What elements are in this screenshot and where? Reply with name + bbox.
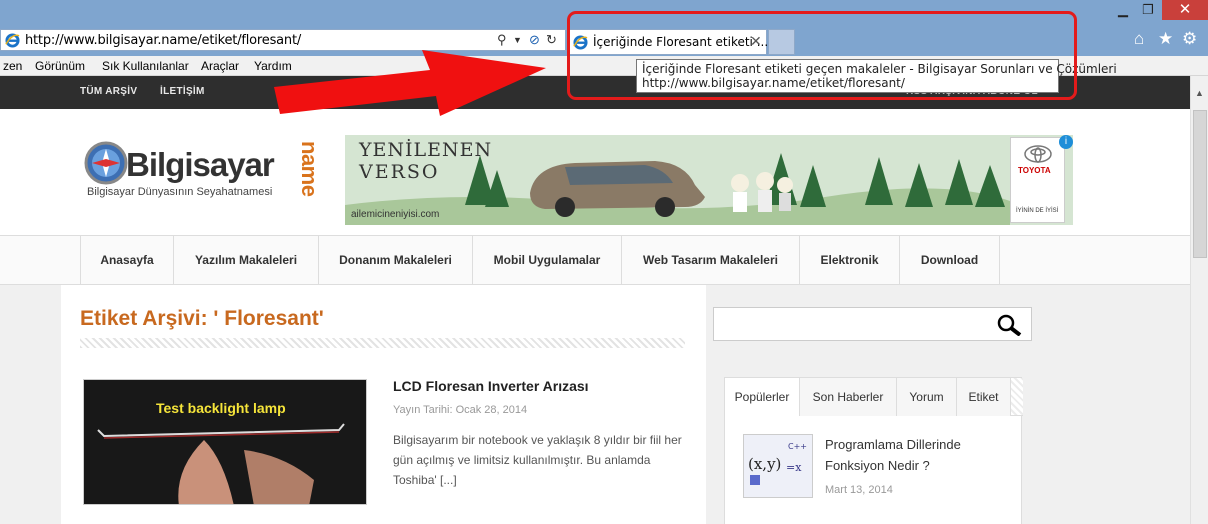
search-input[interactable] [713, 307, 1032, 341]
article-thumbnail[interactable]: Test backlight lamp [83, 379, 367, 505]
ad-headline-1: YENİLENEN [359, 139, 493, 161]
ad-info-icon[interactable]: i [1059, 135, 1073, 149]
tab-recent[interactable]: Son Haberler [800, 378, 897, 416]
svg-text:C++: C++ [788, 442, 807, 451]
nav-item-hardware[interactable]: Donanım Makaleleri [319, 236, 473, 284]
menu-item-view-partial[interactable]: zen [3, 59, 22, 73]
svg-text:=x: =x [786, 461, 802, 474]
menu-item-tools[interactable]: Araçlar [201, 59, 239, 73]
svg-text:(x,y): (x,y) [748, 455, 781, 473]
backlight-lamp-image [84, 380, 366, 504]
tab-tags[interactable]: Etiket [957, 378, 1011, 416]
ad-brand: TOYOTA [1018, 166, 1051, 175]
popular-post-date: Mart 13, 2014 [825, 484, 893, 496]
ie-icon [5, 33, 20, 48]
minimize-icon[interactable]: ▁ [1112, 0, 1134, 20]
nav-item-home[interactable]: Anasayfa [80, 236, 174, 284]
logo-suffix: name [297, 141, 322, 197]
article-date: Yayın Tarihi: Ocak 28, 2014 [393, 404, 528, 416]
topbar-link-archive[interactable]: TÜM ARŞİV [80, 86, 137, 97]
toyota-logo-box: TOYOTA İYİNİN DE İYİSİ [1010, 137, 1065, 223]
page-title: Etiket Arşivi: ' Floresant' [80, 307, 324, 330]
nav-item-webdesign[interactable]: Web Tasarım Makaleleri [622, 236, 800, 284]
toyota-ad-banner[interactable]: YENİLENEN VERSO ailemicineniyisi.com TOY… [345, 135, 1073, 225]
tab-popular[interactable]: Popülerler [725, 378, 800, 416]
address-url[interactable]: http://www.bilgisayar.name/etiket/flores… [25, 33, 301, 48]
article-excerpt: Bilgisayarım bir notebook ve yaklaşık 8 … [393, 433, 682, 487]
ad-slogan: İYİNİN DE İYİSİ [1016, 208, 1059, 214]
settings-gear-icon[interactable]: ⚙ [1182, 29, 1197, 49]
nav-item-mobile[interactable]: Mobil Uygulamalar [473, 236, 622, 284]
restore-icon[interactable]: ❐ [1137, 0, 1159, 20]
close-window-button[interactable]: ✕ [1162, 0, 1208, 20]
thumbnail-caption: Test backlight lamp [156, 400, 286, 416]
article-title[interactable]: LCD Floresan Inverter Arızası [393, 378, 589, 394]
highlight-box [567, 11, 1077, 100]
tabbed-widget: Popülerler Son Haberler Yorum Etiket (x,… [724, 377, 1023, 524]
ad-site: ailemicineniyisi.com [351, 209, 440, 220]
favorites-star-icon[interactable]: ★ [1158, 29, 1173, 49]
nav-item-download[interactable]: Download [900, 236, 1000, 284]
scroll-up-arrow-icon[interactable]: ▲ [1195, 88, 1204, 98]
logo-word: Bilgisayar [126, 146, 275, 183]
logo-tagline: Bilgisayar Dünyasının Seyahatnamesi [87, 186, 273, 198]
sidebar: Popülerler Son Haberler Yorum Etiket (x,… [706, 285, 1061, 524]
site-logo[interactable]: Bilgisayar name Bilgisayar Dünyasının Se… [84, 139, 324, 229]
scrollbar-thumb[interactable] [1193, 110, 1207, 258]
title-divider [80, 338, 685, 348]
vertical-scrollbar[interactable]: ▲ [1190, 76, 1208, 524]
content-area: Etiket Arşivi: ' Floresant' Test backlig… [61, 285, 1061, 524]
math-function-image: (x,y) =x C++ [744, 435, 812, 497]
search-icon[interactable] [996, 314, 1022, 336]
web-page: TÜM ARŞİV İLETİŞİM RSS ARŞİVİNA ABONE OL… [0, 76, 1190, 524]
red-arrow-annotation [274, 50, 546, 116]
home-icon[interactable]: ⌂ [1134, 29, 1144, 49]
site-header: Bilgisayar name Bilgisayar Dünyasının Se… [0, 109, 1190, 235]
toyota-emblem-icon [1024, 145, 1052, 163]
nav-item-software[interactable]: Yazılım Makaleleri [174, 236, 319, 284]
popular-post-title[interactable]: Programlama Dillerinde Fonksiyon Nedir ? [825, 434, 1005, 476]
menu-item-view[interactable]: Görünüm [35, 59, 85, 73]
widget-tabs: Popülerler Son Haberler Yorum Etiket [725, 378, 1023, 416]
menu-item-favorites[interactable]: Sık Kullanılanlar [102, 59, 189, 73]
topbar-link-contact[interactable]: İLETİŞİM [160, 86, 205, 97]
ad-headline-2: VERSO [359, 161, 440, 183]
nav-item-electronics[interactable]: Elektronik [800, 236, 900, 284]
compass-globe-icon [84, 141, 128, 185]
main-navigation: Anasayfa Yazılım Makaleleri Donanım Maka… [0, 235, 1190, 285]
tab-comments[interactable]: Yorum [897, 378, 957, 416]
post-thumbnail[interactable]: (x,y) =x C++ [743, 434, 813, 498]
